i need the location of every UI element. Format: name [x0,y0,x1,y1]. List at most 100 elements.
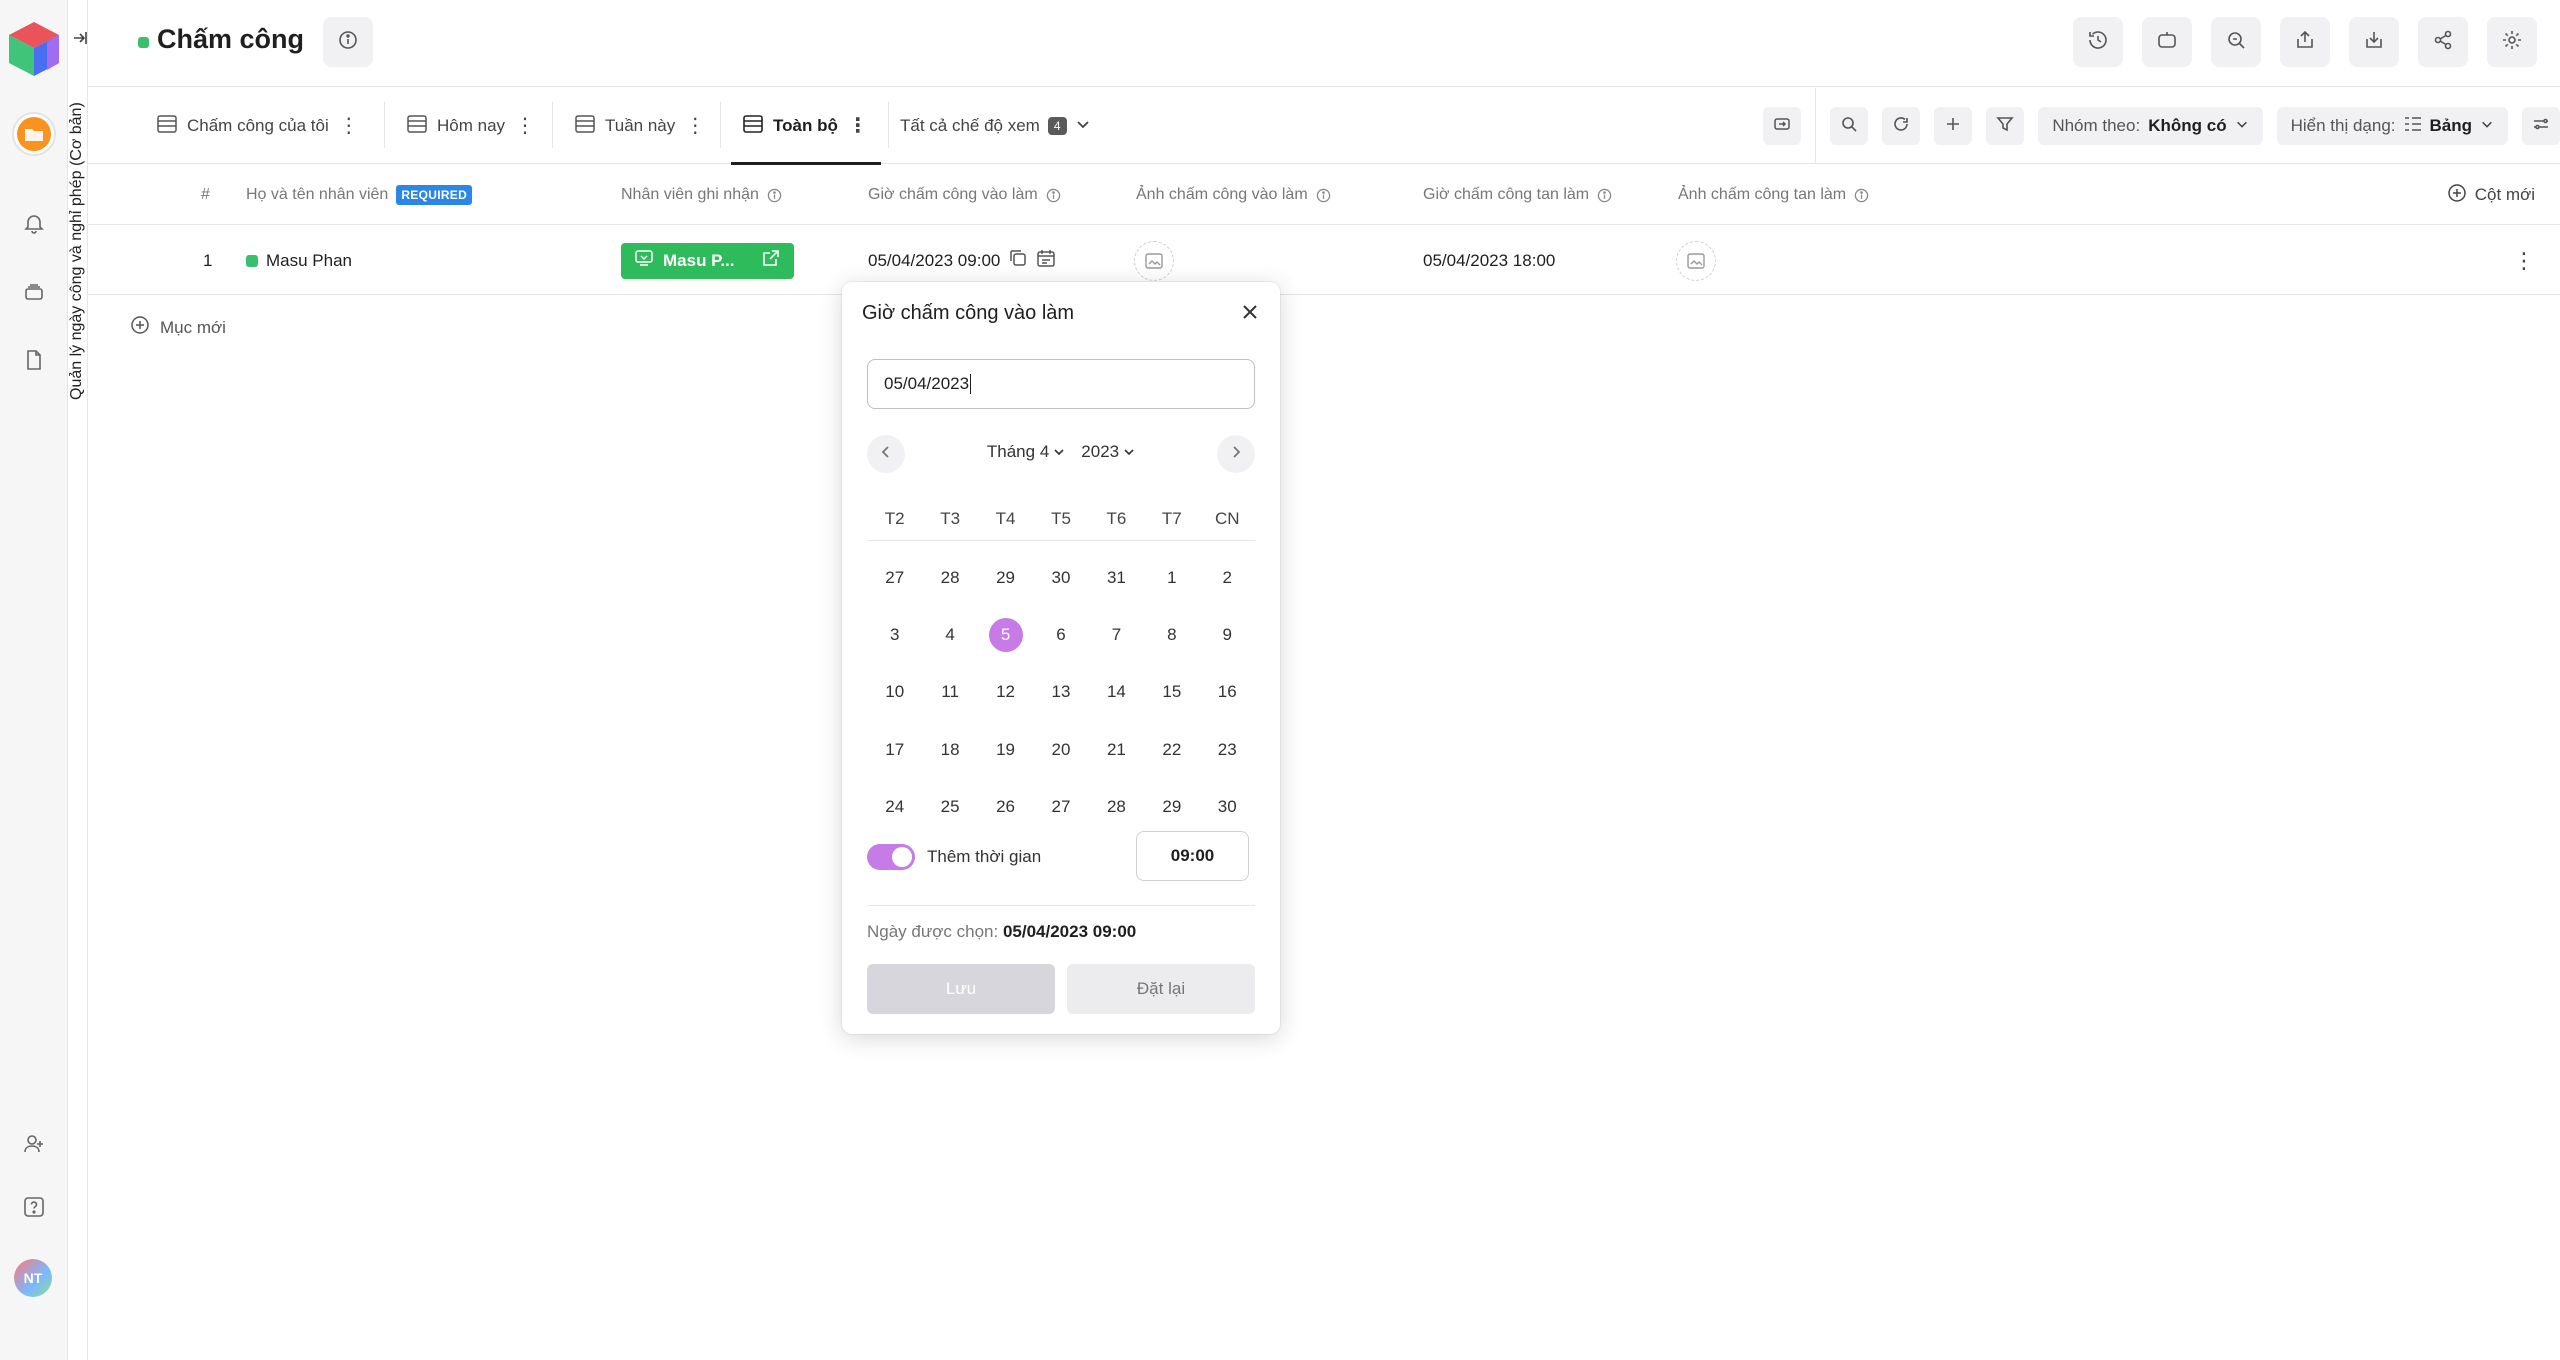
new-item-button[interactable]: Mục mới [130,315,226,340]
group-by-dropdown[interactable]: Nhóm theo: Không có [2038,107,2263,145]
calendar-day[interactable]: 19 [978,721,1033,778]
tab-today[interactable]: Hôm nay ⋮ [395,88,547,164]
year-dropdown[interactable]: 2023 [1081,442,1135,462]
bell-icon[interactable] [16,205,52,241]
column-header-checkout-photo[interactable]: Ảnh chấm công tan làm [1678,165,1869,225]
tab-all[interactable]: Toàn bộ ⋮ [731,88,881,165]
calendar-day[interactable]: 23 [1200,721,1255,778]
info-icon[interactable] [1316,188,1331,203]
collapse-sidebar-icon[interactable] [72,30,88,46]
calendar-day[interactable]: 18 [922,721,977,778]
all-views-dropdown[interactable]: Tất cả chế độ xem 4 [900,88,1091,164]
tab-my-timesheet[interactable]: Chấm công của tôi ⋮ [145,88,371,164]
calendar-day[interactable]: 22 [1144,721,1199,778]
cell-name[interactable]: Masu Phan [246,226,352,295]
help-icon[interactable] [16,1189,52,1225]
calendar-day[interactable]: 27 [1033,779,1088,836]
calendar-day[interactable]: 17 [867,721,922,778]
calendar-day[interactable]: 14 [1089,664,1144,721]
calendar-day[interactable]: 25 [922,779,977,836]
close-icon[interactable] [1238,300,1262,324]
filter-button[interactable] [1986,107,2025,145]
column-header-name[interactable]: Họ và tên nhân viên REQUIRED [246,165,473,225]
calendar-day[interactable]: 27 [867,549,922,606]
workspace-switcher[interactable] [12,112,56,156]
share-button[interactable] [2418,17,2468,67]
calendar-day[interactable]: 31 [1089,549,1144,606]
calendar-day[interactable]: 24 [867,779,922,836]
calendar-day[interactable]: 16 [1200,664,1255,721]
info-icon[interactable] [1046,188,1061,203]
time-input[interactable]: 09:00 [1136,831,1249,881]
calendar-icon[interactable] [1036,248,1056,273]
more-vertical-icon[interactable]: ⋮ [848,116,868,136]
more-vertical-icon[interactable]: ⋮ [515,116,535,136]
add-record-button[interactable] [1934,107,1973,145]
image-placeholder-icon[interactable] [1134,240,1174,281]
calendar-day[interactable]: 12 [978,664,1033,721]
column-header-checkin-photo[interactable]: Ảnh chấm công vào làm [1136,165,1331,225]
layers-icon[interactable] [16,274,52,310]
sync-view-button[interactable] [1763,107,1802,145]
table-row[interactable]: 1 Masu Phan Masu P... 05/04/2023 09:00 0… [88,226,2560,295]
calendar-day[interactable]: 8 [1144,606,1199,663]
info-icon[interactable] [1597,188,1612,203]
calendar-day-selected[interactable]: 5 [978,606,1033,663]
date-input[interactable]: 05/04/2023 [867,359,1255,409]
reset-button[interactable]: Đặt lại [1067,964,1255,1014]
tab-this-week[interactable]: Tuần này ⋮ [563,88,717,164]
calendar-day[interactable]: 11 [922,664,977,721]
recorder-link-pill[interactable]: Masu P... [621,242,794,279]
settings-button[interactable] [2487,17,2537,67]
image-placeholder-icon[interactable] [1676,240,1716,281]
info-icon[interactable] [1854,188,1869,203]
history-button[interactable] [2073,17,2123,67]
calendar-day[interactable]: 30 [1033,549,1088,606]
export-button[interactable] [2280,17,2330,67]
search-button[interactable] [1830,107,1869,145]
column-header-checkin-time[interactable]: Giờ chấm công vào làm [868,165,1061,225]
calendar-day[interactable]: 28 [1089,779,1144,836]
month-dropdown[interactable]: Tháng 4 [987,442,1065,462]
calendar-day[interactable]: 13 [1033,664,1088,721]
copy-icon[interactable] [1008,248,1028,273]
calendar-day[interactable]: 30 [1200,779,1255,836]
calendar-day[interactable]: 9 [1200,606,1255,663]
calendar-day[interactable]: 2 [1200,549,1255,606]
app-logo-icon[interactable] [7,20,61,78]
add-column-button[interactable]: Cột mới [2447,165,2535,225]
more-vertical-icon[interactable]: ⋮ [339,116,359,136]
calendar-day[interactable]: 28 [922,549,977,606]
include-time-toggle[interactable] [867,844,915,870]
calendar-day[interactable]: 7 [1089,606,1144,663]
external-link-icon[interactable] [762,249,780,272]
calendar-day[interactable]: 10 [867,664,922,721]
automation-button[interactable] [2142,17,2192,67]
info-icon[interactable] [767,188,782,203]
calendar-day[interactable]: 1 [1144,549,1199,606]
view-settings-button[interactable] [2522,107,2560,145]
save-button[interactable]: Lưu [867,964,1055,1014]
document-icon[interactable] [16,342,52,378]
next-month-button[interactable] [1217,435,1255,473]
row-more-icon[interactable]: ⋮ [2513,226,2535,295]
column-header-recorder[interactable]: Nhân viên ghi nhận [621,165,782,225]
calendar-day[interactable]: 15 [1144,664,1199,721]
calendar-day[interactable]: 29 [1144,779,1199,836]
column-header-checkout-time[interactable]: Giờ chấm công tan làm [1423,165,1612,225]
calendar-day[interactable]: 26 [978,779,1033,836]
calendar-day[interactable]: 6 [1033,606,1088,663]
calendar-day[interactable]: 3 [867,606,922,663]
import-button[interactable] [2349,17,2399,67]
cell-recorder[interactable]: Masu P... [621,226,794,295]
search-records-button[interactable] [2211,17,2261,67]
calendar-day[interactable]: 20 [1033,721,1088,778]
calendar-day[interactable]: 21 [1089,721,1144,778]
avatar[interactable]: NT [14,1259,52,1297]
more-vertical-icon[interactable]: ⋮ [685,116,705,136]
calendar-day[interactable]: 29 [978,549,1033,606]
cell-checkout-photo[interactable] [1676,226,1716,295]
cell-checkout-time[interactable]: 05/04/2023 18:00 [1423,226,1555,295]
display-type-dropdown[interactable]: Hiển thị dạng: Bảng [2276,107,2508,145]
refresh-button[interactable] [1882,107,1921,145]
